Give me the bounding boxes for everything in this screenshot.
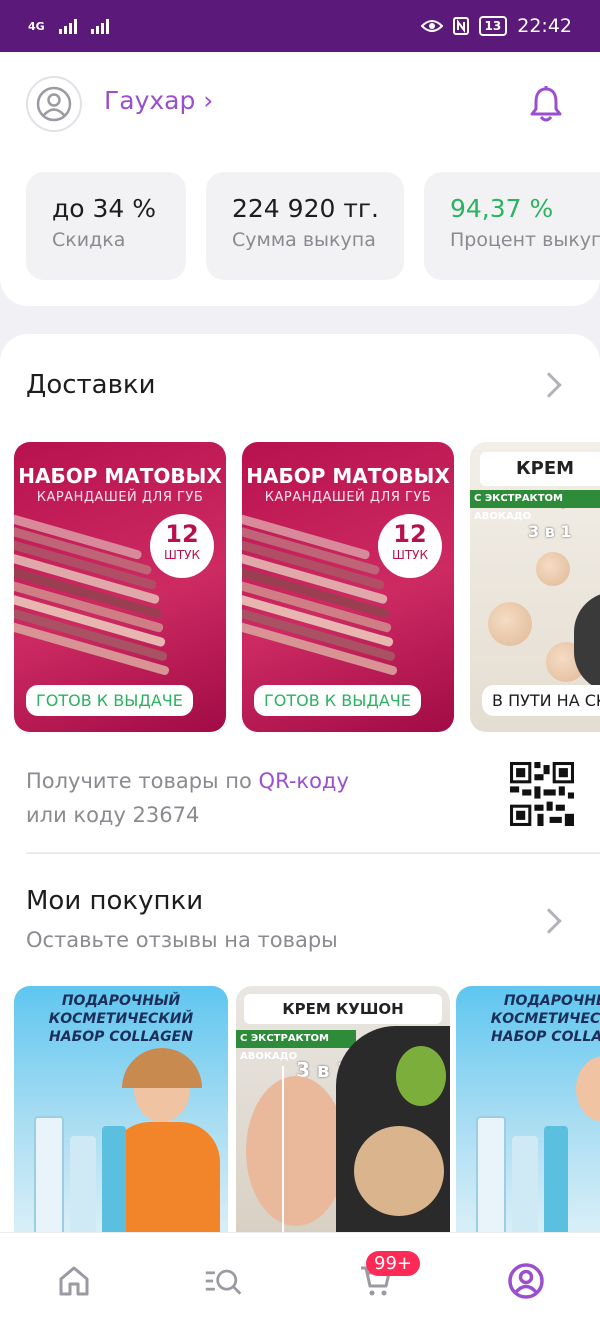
purchases-subtitle: Оставьте отзывы на товары bbox=[26, 928, 338, 952]
delivery-item[interactable]: НАБОР МАТОВЫХ КАРАНДАШЕЙ ДЛЯ ГУБ 12 ШТУК … bbox=[14, 442, 226, 732]
catalog-search-icon bbox=[205, 1269, 242, 1295]
chevron-right-icon[interactable] bbox=[536, 372, 562, 398]
deliveries-title[interactable]: Доставки bbox=[26, 370, 156, 400]
qr-code-link[interactable]: QR-коду bbox=[259, 769, 349, 793]
nav-home[interactable] bbox=[54, 1261, 94, 1301]
stat-value: до 34 % bbox=[52, 194, 157, 223]
delivery-item[interactable]: КРЕМ КУШОН С ЭКСТРАКТОМ АВОКАДО 3 в 1 В … bbox=[470, 442, 600, 732]
product-headline: ПОДАРОЧНЫЙ КОСМЕТИЧЕСКИЙ НАБОР COLLAGEN bbox=[490, 993, 600, 1045]
pencils-image bbox=[14, 512, 174, 712]
signal-icon bbox=[58, 18, 77, 34]
purchase-item[interactable]: ПОДАРОЧНЫЙ КОСМЕТИЧЕСКИЙ НАБОР COLLAGEN bbox=[456, 986, 600, 1246]
product-headline: КРЕМ КУШОН bbox=[244, 994, 442, 1024]
clock: 22:42 bbox=[517, 15, 572, 37]
product-subline: КАРАНДАШЕЙ ДЛЯ ГУБ bbox=[264, 490, 432, 505]
product-headline: НАБОР МАТОВЫХ bbox=[246, 464, 450, 488]
purchase-item[interactable]: КРЕМ КУШОН С ЭКСТРАКТОМ АВОКАДО 3 в 1 bbox=[236, 986, 450, 1246]
home-icon bbox=[59, 1266, 89, 1296]
purchase-item[interactable]: ПОДАРОЧНЫЙ КОСМЕТИЧЕСКИЙ НАБОР COLLAGEN bbox=[14, 986, 228, 1246]
stat-purchase-percent[interactable]: 94,37 % Процент выкупа bbox=[424, 172, 600, 280]
product-headline: КРЕМ КУШОН bbox=[480, 452, 600, 513]
bottom-nav: 99+ bbox=[0, 1232, 600, 1326]
signal-icon-2 bbox=[90, 18, 109, 34]
stat-label: Сумма выкупа bbox=[232, 229, 376, 251]
product-headline: ПОДАРОЧНЫЙ КОСМЕТИЧЕСКИЙ НАБОР COLLAGEN bbox=[48, 993, 194, 1045]
avatar[interactable] bbox=[26, 76, 82, 132]
status-bar: 4G 13 22:42 bbox=[0, 0, 600, 52]
stat-purchase-sum[interactable]: 224 920 тг. Сумма выкупа bbox=[206, 172, 404, 280]
stat-label: Скидка bbox=[52, 229, 126, 251]
stat-value: 224 920 тг. bbox=[232, 194, 379, 223]
stat-discount[interactable]: до 34 % Скидка bbox=[26, 172, 186, 280]
product-headline: НАБОР МАТОВЫХ bbox=[18, 464, 222, 488]
status-badge: ГОТОВ К ВЫДАЧЕ bbox=[26, 685, 193, 716]
divider bbox=[26, 852, 600, 854]
battery-icon: 13 bbox=[478, 16, 508, 36]
delivery-item[interactable]: НАБОР МАТОВЫХ КАРАНДАШЕЙ ДЛЯ ГУБ 12 ШТУК … bbox=[242, 442, 454, 732]
profile-name-link[interactable]: Гаухар › bbox=[104, 86, 213, 115]
product-subline: С ЭКСТРАКТОМ АВОКАДО bbox=[470, 490, 600, 522]
bell-icon bbox=[530, 86, 562, 122]
pencils-image bbox=[242, 512, 402, 712]
status-badge: В ПУТИ НА СКЛАД bbox=[482, 685, 600, 716]
cart-count-badge: 99+ bbox=[366, 1251, 420, 1276]
status-badge: ГОТОВ К ВЫДАЧЕ bbox=[254, 685, 421, 716]
network-type: 4G bbox=[28, 19, 45, 33]
main-content: Доставки НАБОР МАТОВЫХ КАРАНДАШЕЙ ДЛЯ ГУ… bbox=[0, 334, 600, 1326]
profile-header: Гаухар › до 34 % Скидка 224 920 тг. Сумм… bbox=[0, 52, 600, 306]
purchases-title[interactable]: Мои покупки bbox=[26, 886, 203, 916]
nav-catalog[interactable] bbox=[204, 1261, 244, 1301]
qr-hint-text: Получите товары по bbox=[26, 769, 259, 793]
product-tag: 3 в 1 bbox=[528, 522, 572, 541]
pickup-code-text: или коду 23674 bbox=[26, 803, 200, 827]
chevron-right-icon[interactable] bbox=[536, 908, 562, 934]
status-right: 13 22:42 bbox=[420, 15, 572, 37]
notifications-button[interactable] bbox=[526, 84, 566, 124]
signal-area: 4G bbox=[28, 18, 109, 34]
user-icon bbox=[36, 86, 72, 122]
stat-label: Процент выкупа bbox=[450, 229, 600, 251]
qr-hint: Получите товары по QR-коду или коду 2367… bbox=[26, 764, 349, 832]
nav-profile[interactable] bbox=[506, 1261, 546, 1301]
stat-value: 94,37 % bbox=[450, 194, 554, 223]
product-subline: КАРАНДАШЕЙ ДЛЯ ГУБ bbox=[36, 490, 204, 505]
profile-icon bbox=[508, 1263, 544, 1299]
product-subline: С ЭКСТРАКТОМ АВОКАДО bbox=[236, 1030, 356, 1062]
eye-icon bbox=[420, 20, 443, 32]
nfc-icon bbox=[452, 17, 469, 35]
stats-row: до 34 % Скидка 224 920 тг. Сумма выкупа … bbox=[26, 172, 600, 280]
qr-code-icon[interactable] bbox=[510, 762, 574, 826]
